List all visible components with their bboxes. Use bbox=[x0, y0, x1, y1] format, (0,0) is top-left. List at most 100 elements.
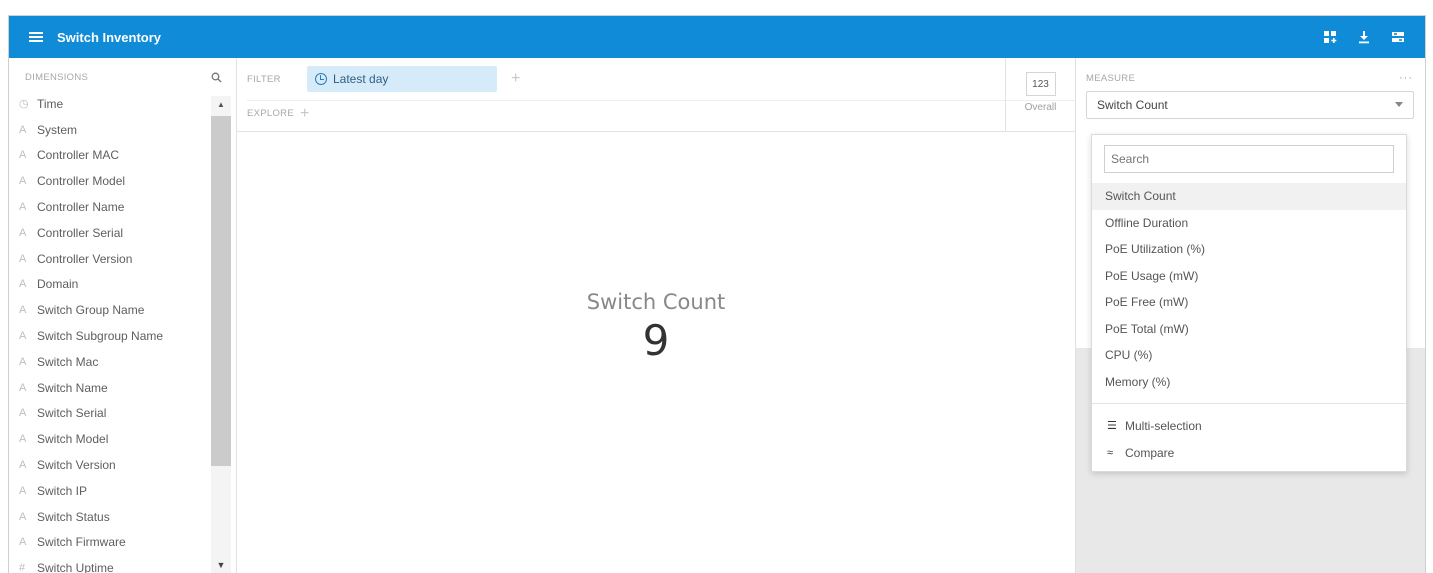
add-filter-icon[interactable]: + bbox=[511, 70, 520, 88]
string-dimension-icon: A bbox=[19, 175, 27, 188]
scroll-thumb[interactable] bbox=[211, 116, 231, 466]
dimension-item[interactable]: A Switch Mac bbox=[19, 349, 209, 375]
measure-options-list: Switch Count Offline Duration PoE Utilizat… bbox=[1092, 183, 1406, 395]
string-dimension-icon: A bbox=[19, 123, 27, 136]
compare-button[interactable]: ≈ Compare bbox=[1092, 439, 1406, 466]
filter-pill-latest-day[interactable]: Latest day bbox=[307, 66, 497, 92]
dimension-label: Controller Serial bbox=[37, 225, 124, 240]
dimension-item[interactable]: A Domain bbox=[19, 272, 209, 298]
list-icon: ☰ bbox=[1107, 420, 1117, 432]
page-title: Switch Inventory bbox=[57, 29, 162, 45]
measure-dropdown: Switch CountOffline DurationPoE Utilizat… bbox=[1091, 134, 1407, 472]
measure-option[interactable]: CPU (%) bbox=[1092, 342, 1406, 369]
download-icon[interactable] bbox=[1357, 30, 1371, 44]
dimension-label: Switch Subgroup Name bbox=[37, 329, 164, 344]
measure-select[interactable]: Switch Count bbox=[1086, 91, 1414, 119]
dimension-label: Time bbox=[37, 96, 64, 111]
dimension-label: Switch Model bbox=[37, 432, 109, 447]
action-label: Multi-selection bbox=[1125, 418, 1202, 433]
dimension-item[interactable]: A Controller Serial bbox=[19, 220, 209, 246]
dimension-item[interactable]: A Switch Name bbox=[19, 375, 209, 401]
string-dimension-icon: A bbox=[19, 252, 27, 265]
measure-option[interactable]: Memory (%) bbox=[1092, 369, 1406, 396]
measure-value: 9 bbox=[642, 316, 670, 365]
numeric-dimension-icon: # bbox=[19, 562, 26, 573]
filter-row: FILTER Latest day + bbox=[247, 66, 520, 92]
dimension-label: Controller MAC bbox=[37, 148, 120, 163]
string-dimension-icon: A bbox=[19, 459, 27, 472]
dimension-item[interactable]: A Controller Model bbox=[19, 168, 209, 194]
app-header: Switch Inventory bbox=[9, 16, 1425, 58]
string-dimension-icon: A bbox=[19, 407, 27, 420]
dimension-label: Switch Mac bbox=[37, 354, 99, 369]
dimension-item[interactable]: A Controller Version bbox=[19, 246, 209, 272]
visualization-area: Switch Count 9 bbox=[237, 132, 1075, 573]
dimension-item[interactable]: A Switch Serial bbox=[19, 401, 209, 427]
dimension-label: Switch Group Name bbox=[37, 303, 145, 318]
overall-toggle[interactable]: 123 Overall bbox=[1005, 58, 1075, 132]
measure-heading: MEASURE bbox=[1086, 72, 1136, 84]
measure-option[interactable]: PoE Total (mW) bbox=[1092, 316, 1406, 343]
measure-option[interactable]: PoE Usage (mW) bbox=[1092, 263, 1406, 290]
filter-explore-bar: FILTER Latest day + EXPLORE + 123 Overal… bbox=[237, 58, 1075, 132]
compare-icon: ≈ bbox=[1107, 446, 1114, 459]
dimension-label: Domain bbox=[37, 277, 79, 292]
dimension-item[interactable]: A Switch Status bbox=[19, 504, 209, 530]
dimensions-header: DIMENSIONS bbox=[25, 72, 222, 83]
numeric-view-icon[interactable]: 123 bbox=[1025, 72, 1056, 96]
clock-icon bbox=[315, 73, 327, 85]
add-tile-icon[interactable] bbox=[1323, 30, 1337, 44]
dimension-item[interactable]: A Switch Group Name bbox=[19, 297, 209, 323]
dimension-item[interactable]: A System bbox=[19, 117, 209, 143]
dimension-label: Switch Name bbox=[37, 380, 108, 395]
clock-icon: ◷ bbox=[19, 98, 29, 111]
dimension-item[interactable]: A Switch Firmware bbox=[19, 530, 209, 556]
scroll-down-arrow-icon[interactable]: ▼ bbox=[211, 556, 231, 573]
header-actions bbox=[1323, 30, 1405, 44]
dimension-item[interactable]: A Switch Model bbox=[19, 426, 209, 452]
dimension-label: Controller Name bbox=[37, 200, 125, 215]
dimension-item[interactable]: A Switch IP bbox=[19, 478, 209, 504]
measure-option[interactable]: PoE Utilization (%) bbox=[1092, 236, 1406, 263]
dimension-list: ◷ Time A System A Controller MAC A Controller M… bbox=[19, 91, 209, 573]
dimension-item[interactable]: ◷ Time bbox=[19, 91, 209, 117]
measure-search-input[interactable] bbox=[1104, 145, 1394, 173]
explore-row: EXPLORE + bbox=[247, 100, 1075, 126]
dimension-label: Controller Version bbox=[37, 251, 133, 266]
add-explore-icon[interactable]: + bbox=[300, 105, 309, 123]
dimension-label: Switch IP bbox=[37, 483, 88, 498]
scroll-up-arrow-icon[interactable]: ▲ bbox=[211, 96, 231, 114]
more-options-icon[interactable]: ··· bbox=[1399, 72, 1413, 84]
totals-visualization: Switch Count 9 bbox=[237, 290, 1075, 365]
dimensions-panel: DIMENSIONS ◷ Time A System A Controller MAC A C… bbox=[9, 58, 237, 573]
dimension-item[interactable]: A Controller Name bbox=[19, 194, 209, 220]
dimension-item[interactable]: A Switch Subgroup Name bbox=[19, 323, 209, 349]
measure-option[interactable]: PoE Free (mW) bbox=[1092, 289, 1406, 316]
dimension-label: System bbox=[37, 122, 78, 137]
filter-label: FILTER bbox=[247, 73, 281, 85]
search-icon[interactable] bbox=[211, 72, 222, 83]
measure-option[interactable]: Switch Count bbox=[1092, 183, 1406, 210]
dimension-item[interactable]: A Controller MAC bbox=[19, 143, 209, 169]
explore-label: EXPLORE bbox=[247, 108, 294, 119]
scrollbar[interactable]: ▲ ▼ bbox=[211, 96, 231, 573]
dimension-item[interactable]: # Switch Uptime bbox=[19, 555, 209, 573]
string-dimension-icon: A bbox=[19, 149, 27, 162]
measure-option[interactable]: Offline Duration bbox=[1092, 210, 1406, 237]
filter-pill-label: Latest day bbox=[333, 72, 389, 86]
dimension-label: Switch Firmware bbox=[37, 535, 126, 550]
string-dimension-icon: A bbox=[19, 433, 27, 446]
dimension-item[interactable]: A Switch Version bbox=[19, 452, 209, 478]
multi-selection-button[interactable]: ☰ Multi-selection bbox=[1092, 412, 1406, 439]
measure-header: MEASURE ··· bbox=[1086, 72, 1413, 84]
measure-title: Switch Count bbox=[586, 290, 726, 314]
app-window: Switch Inventory DIMENSIONS ◷ Time A Sys… bbox=[8, 15, 1426, 573]
dimension-label: Switch Status bbox=[37, 509, 110, 524]
hamburger-menu-icon[interactable] bbox=[29, 32, 43, 42]
string-dimension-icon: A bbox=[19, 278, 27, 291]
string-dimension-icon: A bbox=[19, 381, 27, 394]
dimension-label: Switch Uptime bbox=[37, 561, 114, 573]
chevron-down-icon bbox=[1395, 102, 1403, 107]
settings-panel-icon[interactable] bbox=[1391, 30, 1405, 44]
divider bbox=[1092, 403, 1406, 404]
